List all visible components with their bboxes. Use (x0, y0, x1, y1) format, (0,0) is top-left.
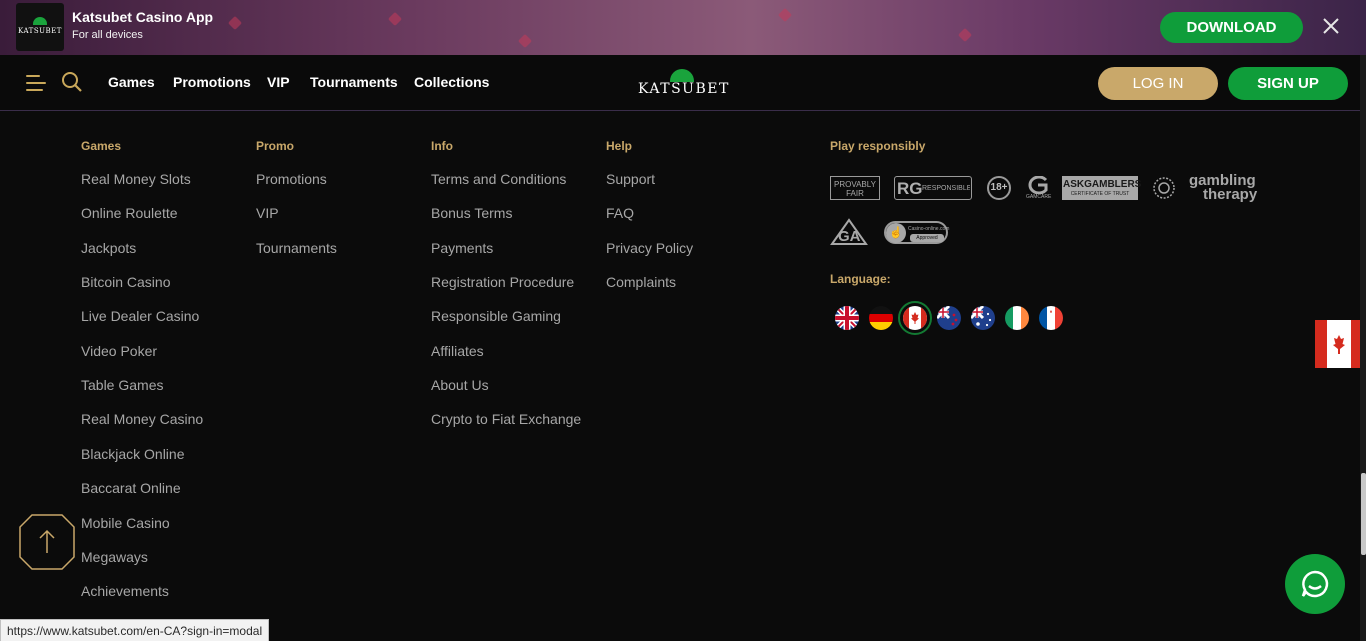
footer-link[interactable]: Blackjack Online (81, 446, 185, 462)
approved-text: Approved (910, 234, 944, 242)
footer-info-heading: Info (431, 139, 453, 153)
nav-tournaments[interactable]: Tournaments (310, 74, 398, 90)
site-logo[interactable]: KATSUBET (638, 68, 730, 98)
chat-icon (1301, 570, 1329, 598)
rg-icon: RG (897, 179, 923, 198)
scrollbar-thumb[interactable] (1361, 473, 1366, 555)
download-button[interactable]: DOWNLOAD (1160, 12, 1303, 43)
nav-promotions[interactable]: Promotions (173, 74, 251, 90)
age-text: 18+ (990, 182, 1008, 193)
footer-link[interactable]: Support (606, 171, 655, 187)
footer-link[interactable]: Real Money Casino (81, 411, 203, 427)
page-scrollbar[interactable] (1360, 55, 1366, 641)
footer-link[interactable]: FAQ (606, 205, 634, 221)
age-18-badge[interactable]: 18+ (987, 176, 1011, 200)
status-bar-url: https://www.katsubet.com/en-CA?sign-in=m… (0, 619, 270, 641)
decor-shape (517, 33, 533, 49)
signup-button[interactable]: SIGN UP (1228, 67, 1348, 100)
footer-link[interactable]: Responsible Gaming (431, 308, 561, 324)
decor-shape (777, 7, 793, 23)
footer-link[interactable]: Promotions (256, 171, 327, 187)
nav-vip[interactable]: VIP (267, 74, 290, 90)
gambling-therapy-badge[interactable]: gambling therapy (1189, 173, 1261, 204)
floating-canada-flag-icon[interactable] (1315, 320, 1363, 368)
responsible-gaming-badge[interactable]: RG RESPONSIBLE GAMING (894, 176, 972, 200)
svg-text:GA: GA (838, 228, 861, 245)
footer-link[interactable]: Real Money Slots (81, 171, 191, 187)
language-heading: Language: (830, 272, 891, 286)
rg-text: RESPONSIBLE GAMING (922, 185, 970, 192)
provably-fair-badge[interactable]: PROVABLY FAIR (830, 176, 880, 200)
thumbs-up-icon: ☝ (886, 223, 906, 243)
footer-link[interactable]: Privacy Policy (606, 240, 693, 256)
footer-link[interactable]: Tournaments (256, 240, 337, 256)
app-banner-title: Katsubet Casino App (72, 9, 214, 25)
footer-link[interactable]: Video Poker (81, 343, 157, 359)
footer-link[interactable]: Registration Procedure (431, 274, 574, 290)
provably-fair-text: PROVABLY FAIR (834, 180, 876, 198)
canada-flag-icon[interactable] (903, 306, 927, 330)
footer-link[interactable]: Terms and Conditions (431, 171, 566, 187)
footer-link[interactable]: Crypto to Fiat Exchange (431, 411, 581, 427)
footer-link[interactable]: VIP (256, 205, 279, 221)
footer-link[interactable]: Bitcoin Casino (81, 274, 171, 290)
footer-link[interactable]: Mobile Casino (81, 515, 170, 531)
footer-link[interactable]: Baccarat Online (81, 480, 181, 496)
australia-flag-icon[interactable] (971, 306, 995, 330)
ga-badge[interactable]: GA (830, 218, 870, 246)
live-chat-button[interactable] (1285, 554, 1345, 614)
footer-link[interactable]: Complaints (606, 274, 676, 290)
login-button[interactable]: LOG IN (1098, 67, 1218, 100)
logo-dome (33, 17, 47, 25)
footer-link[interactable]: Bonus Terms (431, 205, 512, 221)
footer-promo-heading: Promo (256, 139, 295, 153)
footer-link[interactable]: Achievements (81, 583, 169, 599)
new-zealand-flag-icon[interactable] (937, 306, 961, 330)
footer-link[interactable]: Table Games (81, 377, 163, 393)
decor-shape (957, 27, 973, 43)
close-icon[interactable] (1320, 15, 1342, 37)
ecogra-badge[interactable] (1152, 176, 1176, 200)
play-responsibly-heading: Play responsibly (830, 139, 926, 153)
nav-games[interactable]: Games (108, 74, 155, 90)
page: KATSUBET Katsubet Casino App For all dev… (0, 0, 1366, 641)
app-logo: KATSUBET (16, 3, 64, 51)
nav-collections[interactable]: Collections (414, 74, 489, 90)
site-logo-text: KATSUBET (638, 81, 730, 97)
ireland-flag-icon[interactable] (1005, 306, 1029, 330)
germany-flag-icon[interactable] (869, 306, 893, 330)
footer-link[interactable]: Online Roulette (81, 205, 178, 221)
app-banner-subtitle: For all devices (72, 29, 143, 41)
askgamblers-text: ASKGAMBLERS (1063, 179, 1142, 190)
menu-icon[interactable] (26, 75, 46, 91)
askgamblers-badge[interactable]: ASKGAMBLERS CERTIFICATE OF TRUST (1062, 176, 1142, 200)
footer-link[interactable]: Affiliates (431, 343, 484, 359)
casino-online-text: Casino-online.com (908, 226, 950, 232)
footer-link[interactable]: Jackpots (81, 240, 136, 256)
footer-link[interactable]: About Us (431, 377, 489, 393)
footer-link[interactable]: Payments (431, 240, 493, 256)
app-logo-text: KATSUBET (18, 27, 62, 35)
footer-help-heading: Help (606, 139, 633, 153)
decor-shape (227, 15, 243, 31)
footer-link[interactable]: Megaways (81, 549, 148, 565)
askgamblers-subtext: CERTIFICATE OF TRUST (1070, 191, 1130, 197)
casino-online-badge[interactable]: ☝ Casino-online.com Approved (884, 221, 950, 244)
france-flag-icon[interactable] (1039, 306, 1063, 330)
footer-link[interactable]: Live Dealer Casino (81, 308, 199, 324)
footer-games-heading: Games (81, 139, 122, 153)
decor-shape (387, 11, 403, 27)
uk-flag-icon[interactable] (835, 306, 859, 330)
gambling-therapy-text-2: therapy (1203, 186, 1258, 203)
search-icon[interactable] (61, 71, 83, 93)
gamcare-badge[interactable]: GAMCARE (1026, 175, 1052, 202)
scroll-to-top-button[interactable] (18, 513, 76, 571)
app-download-banner: KATSUBET Katsubet Casino App For all dev… (0, 0, 1366, 55)
gamcare-text: GAMCARE (1026, 194, 1052, 200)
